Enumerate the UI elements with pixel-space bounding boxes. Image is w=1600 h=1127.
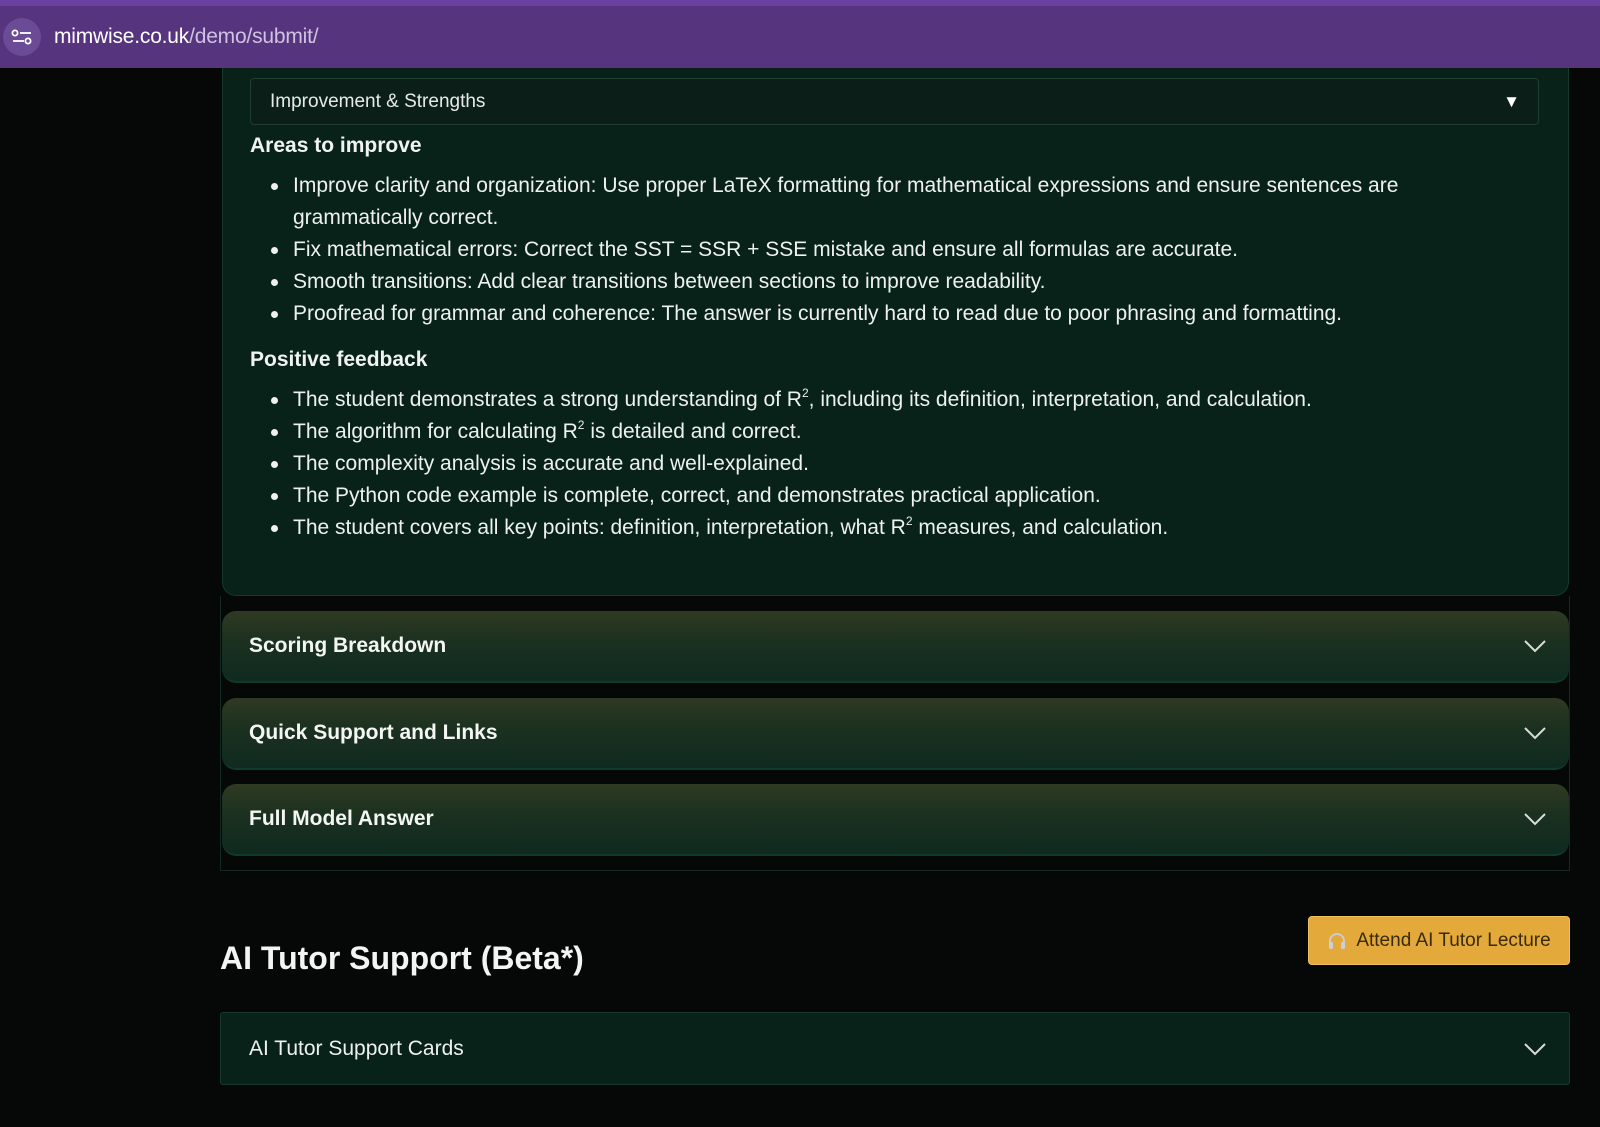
- accordion-quick-support[interactable]: Quick Support and Links: [222, 698, 1569, 770]
- ai-tutor-cards-panel[interactable]: AI Tutor Support Cards: [220, 1012, 1570, 1085]
- accordion-title: Quick Support and Links: [249, 721, 498, 744]
- url-path: /demo/submit/: [189, 25, 319, 48]
- headphones-icon: [1329, 932, 1346, 949]
- accordion-title: Scoring Breakdown: [249, 634, 447, 657]
- list-item: The student covers all key points: defin…: [271, 512, 1441, 544]
- list-item: The Python code example is complete, cor…: [271, 480, 1441, 512]
- list-item: The algorithm for calculating R2 is deta…: [271, 416, 1441, 448]
- accordion-scoring-breakdown[interactable]: Scoring Breakdown: [222, 611, 1569, 683]
- positive-feedback-list: The student demonstrates a strong unders…: [271, 384, 1441, 544]
- feedback-dropdown[interactable]: Improvement & Strengths ▼: [250, 78, 1539, 125]
- chevron-down-icon: [1524, 640, 1546, 653]
- url-host: mimwise.co.uk: [54, 25, 190, 48]
- caret-down-icon: ▼: [1503, 91, 1520, 111]
- list-item: Improve clarity and organization: Use pr…: [271, 170, 1441, 234]
- list-item: The complexity analysis is accurate and …: [271, 448, 1441, 480]
- chevron-down-icon: [1524, 1042, 1546, 1055]
- chevron-down-icon: [1524, 727, 1546, 740]
- list-item: The student demonstrates a strong unders…: [271, 384, 1441, 416]
- accordion-title: Full Model Answer: [249, 807, 434, 830]
- areas-to-improve-heading: Areas to improve: [250, 134, 422, 157]
- tune-icon[interactable]: [3, 18, 41, 56]
- list-item: Proofread for grammar and coherence: The…: [271, 298, 1441, 330]
- areas-to-improve-list: Improve clarity and organization: Use pr…: [271, 170, 1441, 330]
- list-item: Smooth transitions: Add clear transition…: [271, 266, 1441, 298]
- browser-address-bar: mimwise.co.uk/demo/submit/: [0, 0, 1600, 68]
- attend-lecture-button[interactable]: Attend AI Tutor Lecture: [1308, 916, 1570, 965]
- ai-tutor-heading: AI Tutor Support (Beta*): [220, 940, 584, 976]
- dropdown-label: Improvement & Strengths: [270, 90, 486, 112]
- feedback-card: Improvement & Strengths ▼ Areas to impro…: [222, 68, 1569, 596]
- ai-tutor-cards-title: AI Tutor Support Cards: [249, 1036, 464, 1060]
- positive-feedback-heading: Positive feedback: [250, 348, 428, 371]
- accordion-full-model-answer[interactable]: Full Model Answer: [222, 784, 1569, 856]
- chevron-down-icon: [1524, 813, 1546, 826]
- url-text[interactable]: mimwise.co.uk/demo/submit/: [54, 25, 319, 49]
- attend-lecture-label: Attend AI Tutor Lecture: [1356, 929, 1551, 951]
- list-item: Fix mathematical errors: Correct the SST…: [271, 234, 1441, 266]
